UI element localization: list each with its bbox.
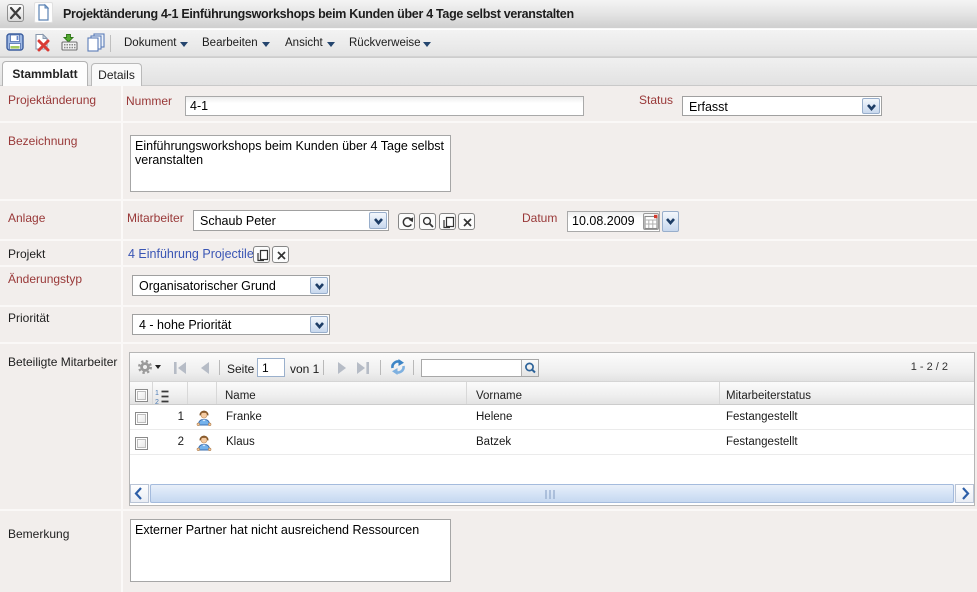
svg-text:1: 1 <box>155 390 159 397</box>
svg-text:2: 2 <box>155 399 159 404</box>
